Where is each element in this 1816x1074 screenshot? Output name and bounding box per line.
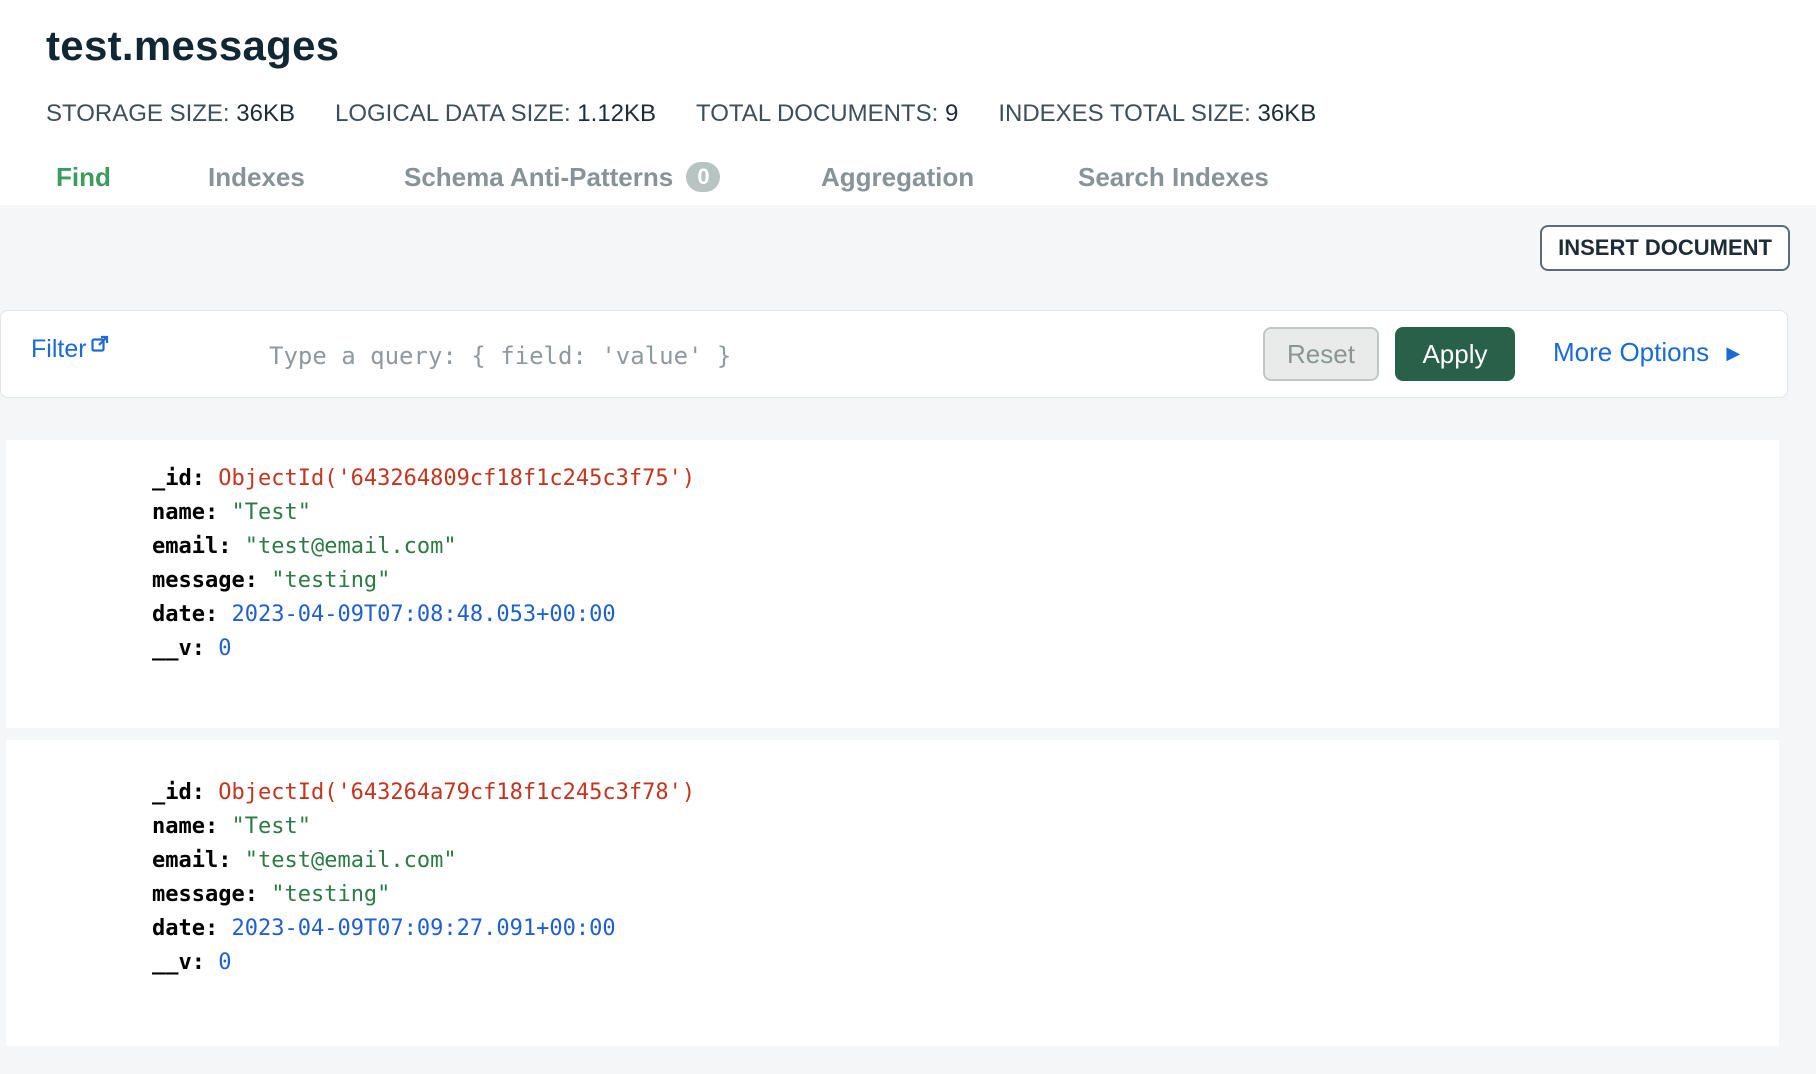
reset-button[interactable]: Reset: [1263, 327, 1379, 381]
field-row: message: "testing": [152, 878, 1779, 912]
field-value: ObjectId('643264809cf18f1c245c3f75'): [218, 466, 696, 491]
field-key: name:: [152, 500, 219, 525]
tab-find[interactable]: Find: [56, 162, 111, 193]
field-key: email:: [152, 848, 232, 873]
collection-header: test.messages STORAGE SIZE: 36KB LOGICAL…: [0, 0, 1816, 205]
field-row: _id: ObjectId('643264809cf18f1c245c3f75'…: [152, 462, 1779, 496]
field-row: email: "test@email.com": [152, 530, 1779, 564]
collection-tabs: Find Indexes Schema Anti-Patterns 0 Aggr…: [0, 158, 1400, 205]
field-key: _id:: [152, 780, 205, 805]
field-key: __v:: [152, 636, 205, 661]
stat-total-documents: TOTAL DOCUMENTS: 9: [696, 100, 958, 128]
tab-label: Schema Anti-Patterns: [404, 162, 674, 192]
more-options-button[interactable]: More Options ▶: [1553, 337, 1740, 368]
field-row: _id: ObjectId('643264a79cf18f1c245c3f78'…: [152, 776, 1779, 810]
stat-label: INDEXES TOTAL SIZE:: [998, 100, 1251, 127]
stat-value: 36KB: [1257, 100, 1317, 127]
collection-stats: STORAGE SIZE: 36KB LOGICAL DATA SIZE: 1.…: [46, 100, 1356, 128]
query-input[interactable]: [267, 331, 1231, 381]
field-row: date: 2023-04-09T07:09:27.091+00:00: [152, 912, 1779, 946]
stat-indexes-total-size: INDEXES TOTAL SIZE: 36KB: [998, 100, 1316, 128]
document-card[interactable]: _id: ObjectId('643264809cf18f1c245c3f75'…: [6, 440, 1779, 728]
stat-label: TOTAL DOCUMENTS:: [696, 100, 939, 127]
stat-label: STORAGE SIZE:: [46, 100, 230, 127]
stat-label: LOGICAL DATA SIZE:: [335, 100, 571, 127]
stat-storage-size: STORAGE SIZE: 36KB: [46, 100, 295, 128]
insert-document-button[interactable]: INSERT DOCUMENT: [1540, 225, 1790, 271]
field-key: _id:: [152, 466, 205, 491]
field-key: message:: [152, 568, 258, 593]
field-value: ObjectId('643264a79cf18f1c245c3f78'): [218, 780, 696, 805]
stat-value: 9: [944, 100, 959, 127]
stat-logical-data-size: LOGICAL DATA SIZE: 1.12KB: [335, 100, 656, 128]
more-options-label: More Options: [1553, 337, 1710, 367]
field-value: "testing": [271, 882, 391, 907]
tab-search-indexes[interactable]: Search Indexes: [1078, 162, 1269, 193]
field-value: 0: [218, 950, 232, 975]
document-card[interactable]: _id: ObjectId('643264a79cf18f1c245c3f78'…: [6, 740, 1779, 1046]
field-value: 0: [218, 636, 232, 661]
field-value: "testing": [271, 568, 391, 593]
external-link-icon: [90, 335, 108, 352]
field-key: email:: [152, 534, 232, 559]
field-row: date: 2023-04-09T07:08:48.053+00:00: [152, 598, 1779, 632]
field-row: __v: 0: [152, 946, 1779, 980]
field-key: name:: [152, 814, 219, 839]
field-key: message:: [152, 882, 258, 907]
tab-aggregation[interactable]: Aggregation: [821, 162, 974, 193]
field-value: 2023-04-09T07:08:48.053+00:00: [231, 602, 616, 627]
field-row: __v: 0: [152, 632, 1779, 666]
field-value: "Test": [231, 814, 311, 839]
field-key: __v:: [152, 950, 205, 975]
field-key: date:: [152, 602, 219, 627]
tab-schema-anti-patterns[interactable]: Schema Anti-Patterns 0: [404, 162, 721, 193]
apply-button[interactable]: Apply: [1395, 327, 1515, 381]
tab-indexes[interactable]: Indexes: [208, 162, 305, 193]
stat-value: 1.12KB: [577, 100, 657, 127]
filter-link[interactable]: Filter: [31, 335, 109, 364]
field-value: "test@email.com": [244, 848, 457, 873]
query-bar: Filter Reset Apply More Options ▶: [0, 310, 1788, 398]
field-value: 2023-04-09T07:09:27.091+00:00: [231, 916, 616, 941]
field-value: "Test": [231, 500, 311, 525]
page-title: test.messages: [46, 22, 340, 69]
documents-panel: INSERT DOCUMENT Filter Reset Apply More …: [0, 205, 1816, 1074]
field-row: message: "testing": [152, 564, 1779, 598]
field-key: date:: [152, 916, 219, 941]
field-row: name: "Test": [152, 496, 1779, 530]
field-row: email: "test@email.com": [152, 844, 1779, 878]
field-value: "test@email.com": [244, 534, 457, 559]
filter-label: Filter: [31, 335, 87, 363]
count-badge: 0: [686, 162, 721, 192]
stat-value: 36KB: [236, 100, 295, 127]
caret-right-icon: ▶: [1726, 343, 1741, 363]
field-row: name: "Test": [152, 810, 1779, 844]
